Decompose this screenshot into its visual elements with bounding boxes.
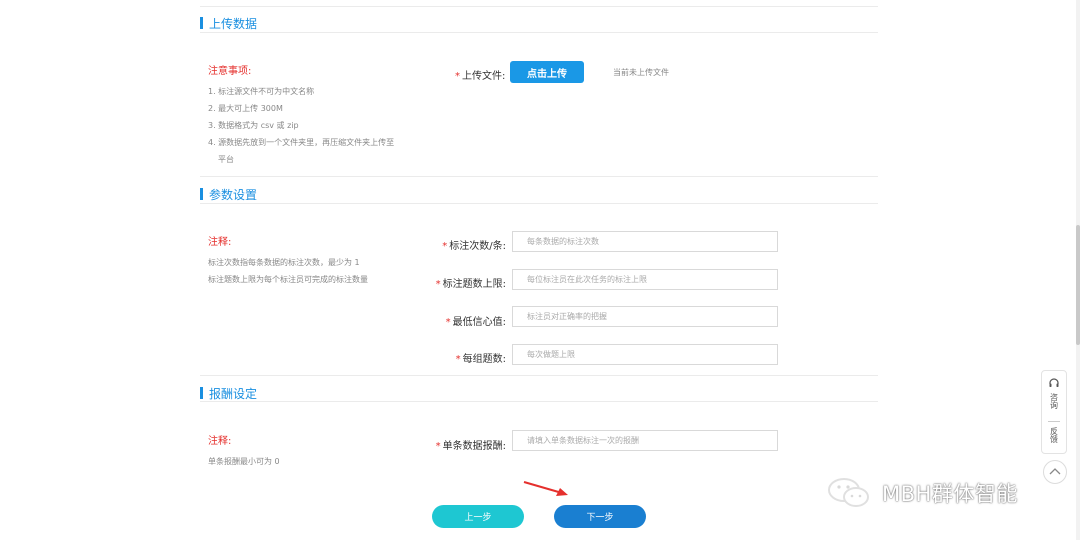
params-note-line: 标注题数上限为每个标注员可完成的标注数量 (208, 275, 368, 284)
unit-reward-input[interactable] (512, 430, 778, 451)
required-mark: * (455, 354, 461, 365)
reward-note-title: 注释: (208, 436, 232, 447)
section-marker (200, 17, 203, 29)
group-size-label-text: 每组题数: (462, 354, 506, 365)
watermark-text: MBH群体智能 (882, 482, 1018, 506)
required-mark: * (435, 441, 441, 452)
annotation-count-input[interactable] (512, 231, 778, 252)
annotation-count-label: * 标注次数/条: (442, 237, 506, 252)
upload-note-line: 平台 (218, 155, 234, 164)
divider (200, 32, 878, 33)
required-mark: * (455, 71, 460, 82)
params-note-line: 标注次数指每条数据的标注次数，最少为 1 (208, 258, 360, 267)
section-title-text: 参数设置 (209, 187, 258, 202)
upload-note-line: 3. 数据格式为 csv 或 zip (208, 121, 299, 130)
upload-button[interactable]: 点击上传 (510, 61, 584, 83)
question-limit-label-text: 标注题数上限: (442, 279, 506, 290)
wechat-icon (828, 478, 869, 507)
upload-note-line: 1. 标注源文件不可为中文名称 (208, 87, 315, 96)
params-note-title: 注释: (208, 237, 232, 248)
section-title-text: 上传数据 (209, 16, 258, 31)
divider (200, 375, 878, 376)
reward-note-line: 单条报酬最小可为 0 (208, 457, 280, 466)
section-title-params: 参数设置 (200, 186, 257, 202)
floating-side-panel: 咨询 反馈 (1041, 370, 1067, 454)
group-size-input[interactable] (512, 344, 778, 365)
scrollbar-thumb[interactable] (1076, 225, 1080, 345)
feedback-link[interactable]: 反馈 (1042, 427, 1066, 451)
required-mark: * (435, 279, 441, 290)
headset-icon[interactable] (1048, 377, 1060, 389)
prev-step-button[interactable]: 上一步 (432, 505, 524, 528)
section-marker (200, 387, 203, 399)
required-mark: * (442, 241, 448, 252)
upload-file-label-text: 上传文件: (462, 71, 506, 82)
group-size-label: * 每组题数: (456, 350, 506, 365)
question-limit-input[interactable] (512, 269, 778, 290)
min-confidence-label-text: 最低信心值: (452, 317, 506, 328)
upload-file-label: * 上传文件: (455, 67, 505, 82)
unit-reward-label: * 单条数据报酬: (436, 437, 506, 452)
no-file-status: 当前未上传文件 (613, 68, 669, 77)
next-step-button[interactable]: 下一步 (554, 505, 646, 528)
back-to-top-button[interactable] (1043, 460, 1067, 484)
consult-text: 咨询 (1049, 393, 1059, 409)
section-marker (200, 188, 203, 200)
red-arrow-icon (523, 481, 568, 496)
min-confidence-input[interactable] (512, 306, 778, 327)
consult-link[interactable]: 咨询 (1042, 393, 1066, 417)
section-title-reward: 报酬设定 (200, 385, 257, 401)
required-mark: * (445, 317, 451, 328)
min-confidence-label: * 最低信心值: (446, 313, 506, 328)
divider (200, 203, 878, 204)
section-title-text: 报酬设定 (209, 386, 258, 401)
upload-note-line: 4. 源数据先放到一个文件夹里，再压缩文件夹上传至 (208, 138, 395, 147)
divider (200, 6, 878, 7)
section-title-upload: 上传数据 (200, 15, 257, 31)
feedback-text: 反馈 (1049, 427, 1059, 443)
divider (200, 401, 878, 402)
divider (1048, 421, 1060, 422)
chevron-up-icon (1049, 468, 1061, 475)
upload-note-title: 注意事项: (208, 66, 252, 77)
divider (200, 176, 878, 177)
unit-reward-label-text: 单条数据报酬: (442, 441, 506, 452)
upload-note-line: 2. 最大可上传 300M (208, 104, 283, 113)
annotation-count-label-text: 标注次数/条: (449, 241, 506, 252)
question-limit-label: * 标注题数上限: (436, 275, 506, 290)
